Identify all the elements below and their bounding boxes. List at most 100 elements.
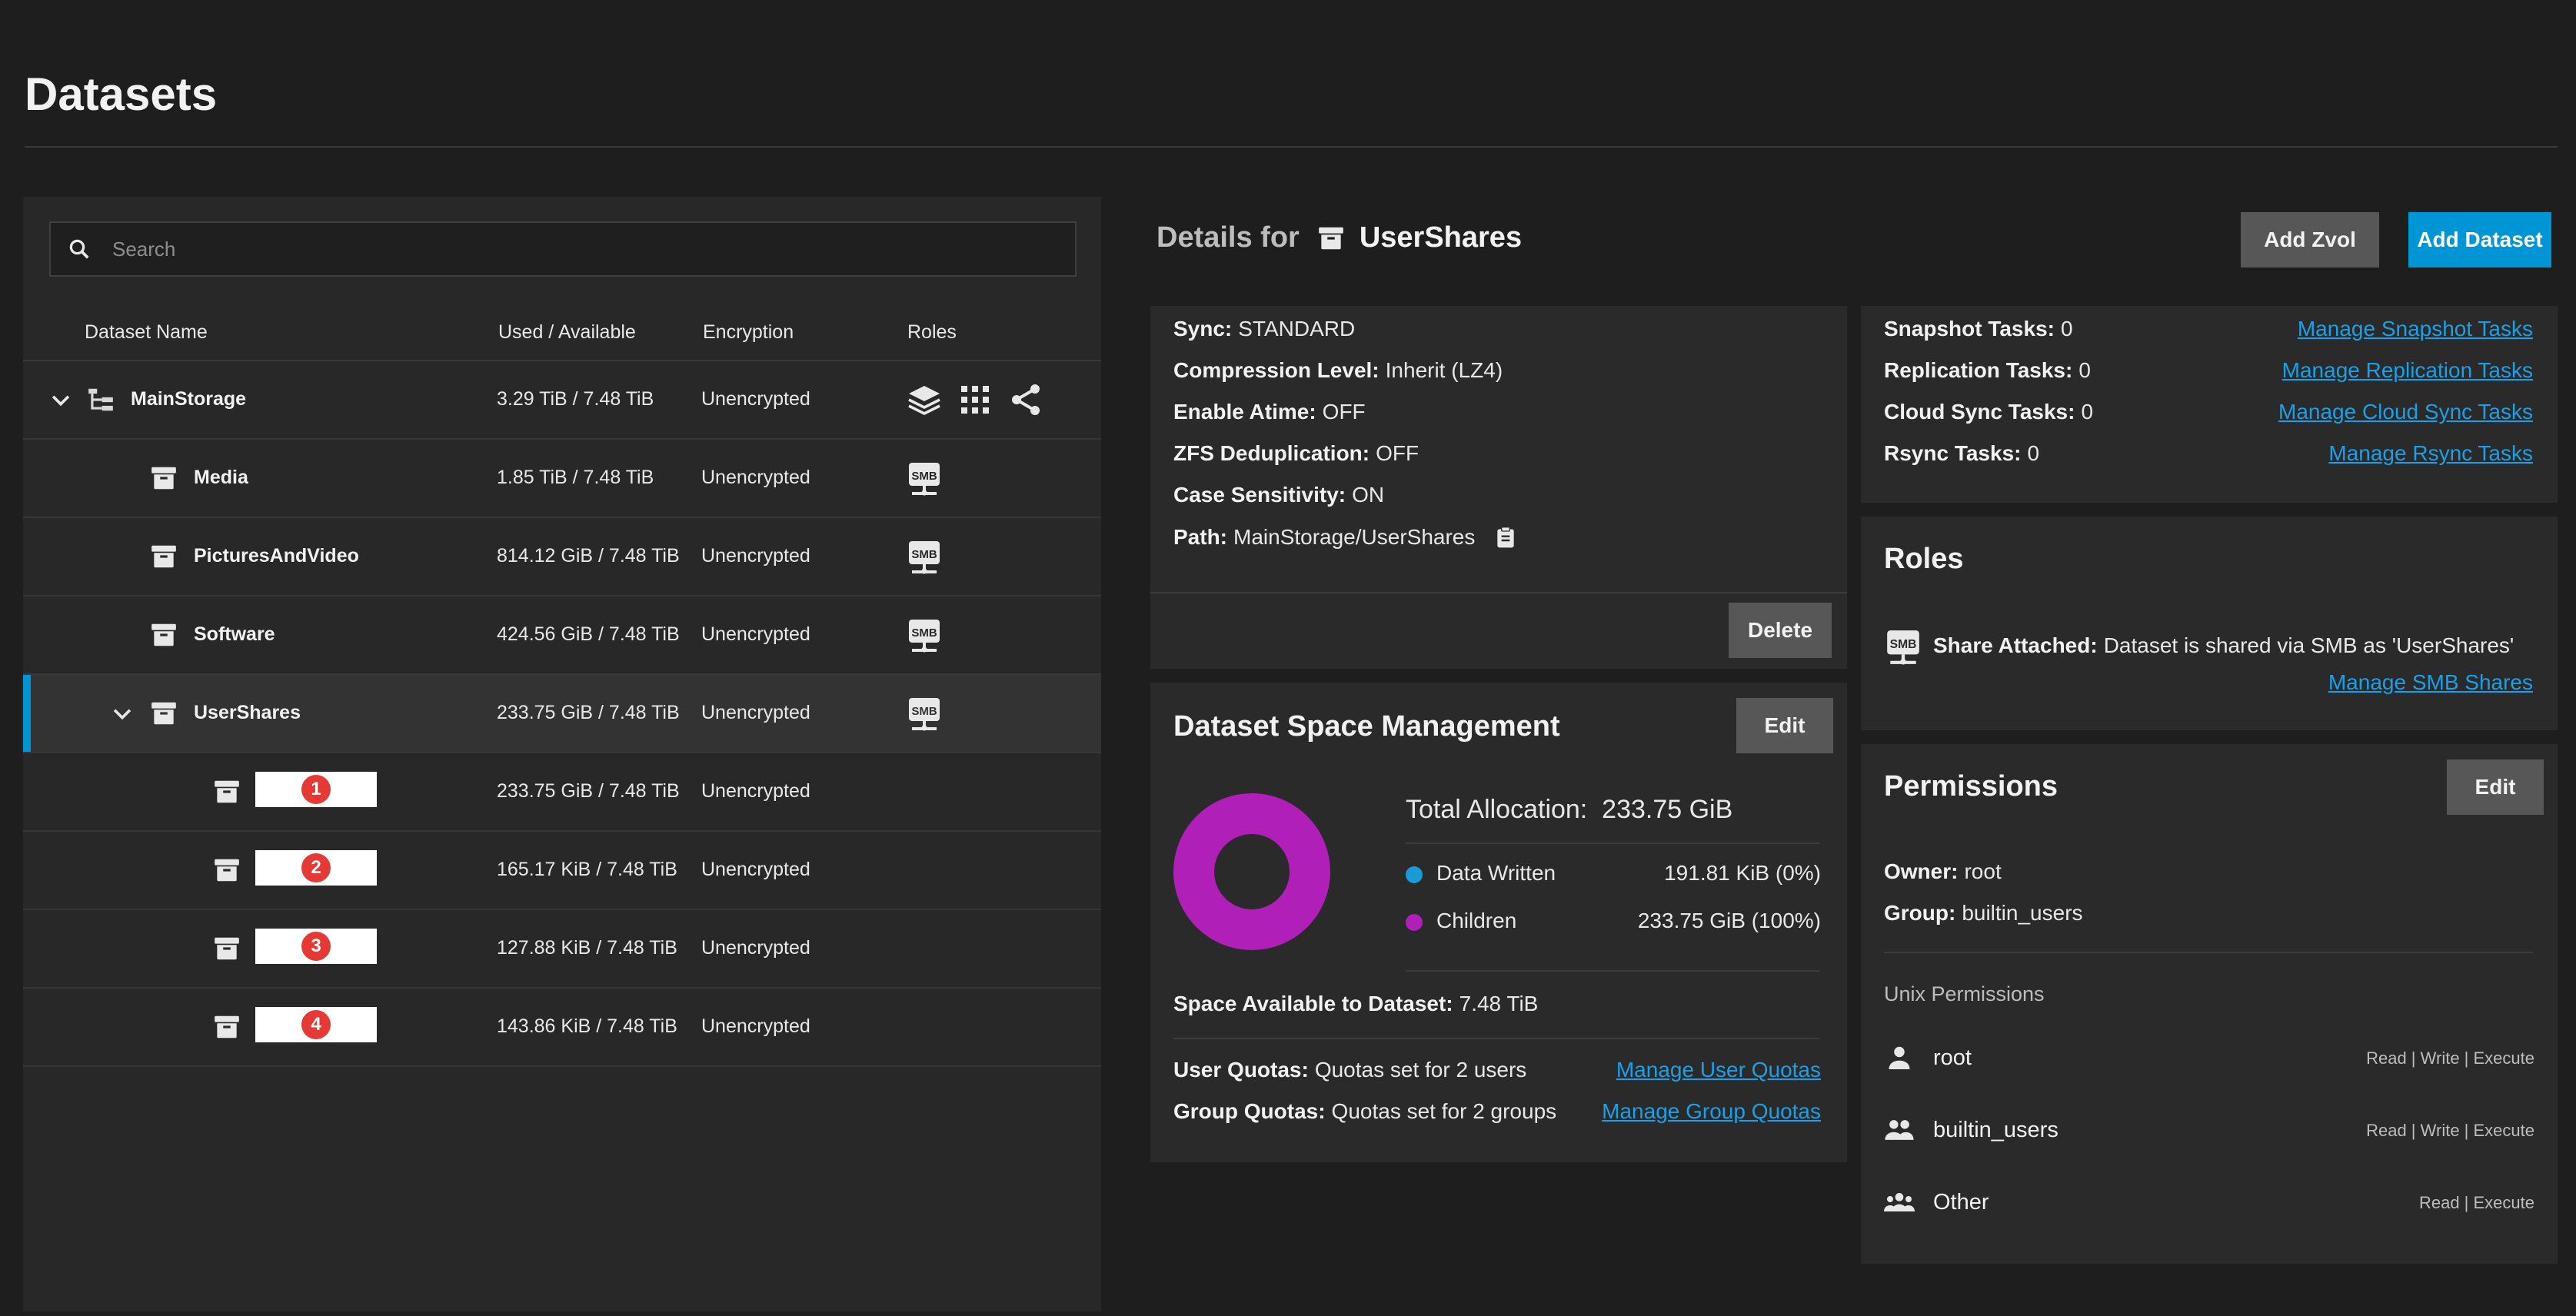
legend-children-value: 233.75 GiB (100%) — [1637, 909, 1821, 932]
used-available: 1.85 TiB / 7.48 TiB — [497, 467, 654, 488]
manage-snapshot-tasks-link[interactable]: Manage Snapshot Tasks — [2298, 317, 2533, 341]
roles-cell: SMB — [906, 695, 943, 732]
dataset-details-card: Sync: STANDARD Compression Level: Inherit … — [1150, 306, 1847, 669]
smb-share-icon: SMB — [1887, 630, 1919, 665]
dataset-icon — [151, 467, 176, 490]
page-title: Datasets — [25, 68, 218, 120]
permission-who: builtin_users — [1933, 1118, 2058, 1142]
col-dataset-name[interactable]: Dataset Name — [85, 321, 208, 344]
manage-group-quotas-link[interactable]: Manage Group Quotas — [1602, 1099, 1821, 1124]
data-protection-card: Snapshot Tasks: 0 Manage Snapshot Tasks R… — [1861, 306, 2558, 503]
share-icon — [1012, 384, 1040, 415]
smb-label: SMB — [1890, 638, 1917, 651]
add-dataset-button[interactable]: Add Dataset — [2408, 212, 2551, 268]
dataset-tree-panel: Dataset Name Used / Available Encryption… — [23, 197, 1101, 1311]
legend-data-written-label: Data Written — [1436, 861, 1556, 885]
case-sensitivity-field: Case Sensitivity: ON — [1173, 483, 1385, 507]
col-used-available[interactable]: Used / Available — [498, 321, 636, 344]
space-edit-button[interactable]: Edit — [1736, 698, 1833, 753]
details-dataset-name: UserShares — [1359, 221, 1523, 254]
apps-grid-icon — [961, 386, 989, 414]
search-icon — [69, 239, 89, 259]
pool-tree-icon — [88, 388, 113, 411]
dataset-icon — [151, 623, 176, 646]
snapshot-tasks-field: Snapshot Tasks: 0 — [1884, 317, 2073, 341]
used-available: 143.86 KiB / 7.48 TiB — [497, 1015, 677, 1037]
encryption-status: Unencrypted — [701, 623, 810, 645]
search-box[interactable] — [49, 221, 1077, 277]
permission-who: root — [1933, 1045, 1972, 1070]
smb-label: SMB — [911, 548, 937, 561]
tree-header: Dataset Name Used / Available Encryption… — [23, 304, 1101, 361]
smb-share-icon: SMB — [909, 463, 940, 496]
tree-row-child[interactable]: 3 127.88 KiB / 7.48 TiB Unencrypted — [23, 910, 1101, 989]
tree-row-usershares[interactable]: UserShares 233.75 GiB / 7.48 TiB Unencry… — [23, 675, 1101, 753]
col-roles[interactable]: Roles — [907, 321, 957, 344]
group-quotas-field: Group Quotas: Quotas set for 2 groups — [1173, 1099, 1557, 1123]
roles-cell: SMB — [906, 616, 943, 653]
manage-rsync-tasks-link[interactable]: Manage Rsync Tasks — [2328, 441, 2533, 466]
dataset-name: Software — [194, 623, 275, 645]
manage-user-quotas-link[interactable]: Manage User Quotas — [1616, 1058, 1821, 1082]
clipboard-icon[interactable] — [1493, 524, 1518, 550]
unix-permissions-label: Unix Permissions — [1884, 982, 2045, 1005]
encryption-status: Unencrypted — [701, 545, 810, 567]
group-field: Group: builtin_users — [1884, 901, 2083, 925]
add-zvol-button[interactable]: Add Zvol — [2241, 212, 2379, 268]
tree-row-media[interactable]: Media 1.85 TiB / 7.48 TiB Unencrypted SM… — [23, 440, 1101, 518]
search-input[interactable] — [91, 223, 1075, 275]
path-field: Path: MainStorage/UserShares — [1173, 524, 1518, 550]
storage-stack-icon — [908, 386, 940, 416]
details-title: Details for UserShares — [1157, 221, 1522, 254]
dataset-icon — [215, 937, 239, 960]
legend-data-written-value: 191.81 KiB (0%) — [1664, 861, 1821, 885]
dedup-field: ZFS Deduplication: OFF — [1173, 441, 1419, 465]
tree-row-mainstorage[interactable]: MainStorage 3.29 TiB / 7.48 TiB Unencryp… — [23, 361, 1101, 440]
manage-cloud-sync-tasks-link[interactable]: Manage Cloud Sync Tasks — [2278, 400, 2533, 424]
dataset-name: Media — [194, 467, 248, 488]
chevron-down-icon[interactable] — [109, 700, 135, 726]
user-icon — [1889, 1046, 1910, 1069]
permissions-edit-button[interactable]: Edit — [2447, 759, 2544, 815]
tree-row-child[interactable]: 4 143.86 KiB / 7.48 TiB Unencrypted — [23, 989, 1101, 1067]
replication-tasks-field: Replication Tasks: 0 — [1884, 358, 2091, 382]
allocation-donut-chart — [1173, 793, 1330, 950]
dataset-icon — [151, 545, 176, 568]
legend-dot-data-written — [1406, 866, 1423, 883]
tree-row-child[interactable]: 2 165.17 KiB / 7.48 TiB Unencrypted — [23, 832, 1101, 910]
manage-smb-shares-link[interactable]: Manage SMB Shares — [2328, 670, 2533, 695]
used-available: 165.17 KiB / 7.48 TiB — [497, 859, 677, 880]
smb-share-icon: SMB — [909, 620, 940, 653]
used-available: 233.75 GiB / 7.48 TiB — [497, 780, 680, 802]
smb-label: SMB — [911, 626, 937, 640]
number-badge: 1 — [301, 775, 331, 804]
tree-row-software[interactable]: Software 424.56 GiB / 7.48 TiB Unencrypt… — [23, 597, 1101, 675]
space-available-field: Space Available to Dataset: 7.48 TiB — [1173, 992, 1539, 1015]
encryption-status: Unencrypted — [701, 780, 810, 802]
tree-row-child[interactable]: 1 233.75 GiB / 7.48 TiB Unencrypted — [23, 753, 1101, 832]
permissions-title: Permissions — [1884, 770, 2058, 803]
user-quotas-field: User Quotas: Quotas set for 2 users — [1173, 1058, 1527, 1082]
roles-cell: SMB — [906, 538, 943, 575]
chevron-down-icon[interactable] — [48, 387, 74, 413]
sync-field: Sync: STANDARD — [1173, 317, 1356, 341]
dataset-icon — [215, 780, 239, 803]
divider — [1406, 970, 1819, 972]
dataset-icon — [151, 702, 176, 725]
rsync-tasks-field: Rsync Tasks: 0 — [1884, 441, 2040, 465]
number-badge: 4 — [301, 1010, 331, 1039]
delete-button[interactable]: Delete — [1729, 603, 1832, 658]
manage-replication-tasks-link[interactable]: Manage Replication Tasks — [2282, 358, 2533, 383]
encryption-status: Unencrypted — [701, 937, 810, 959]
used-available: 424.56 GiB / 7.48 TiB — [497, 623, 680, 645]
compression-field: Compression Level: Inherit (LZ4) — [1173, 358, 1503, 382]
permission-row-group: builtin_users Read | Write | Execute — [1861, 1107, 2558, 1153]
legend-dot-children — [1406, 914, 1423, 931]
atime-field: Enable Atime: OFF — [1173, 400, 1366, 424]
col-encryption[interactable]: Encryption — [703, 321, 794, 344]
permission-who: Other — [1933, 1190, 1989, 1215]
others-icon — [1884, 1193, 1915, 1211]
title-divider — [25, 146, 2558, 148]
dataset-icon — [215, 1015, 239, 1039]
tree-row-picturesandvideo[interactable]: PicturesAndVideo 814.12 GiB / 7.48 TiB U… — [23, 518, 1101, 597]
